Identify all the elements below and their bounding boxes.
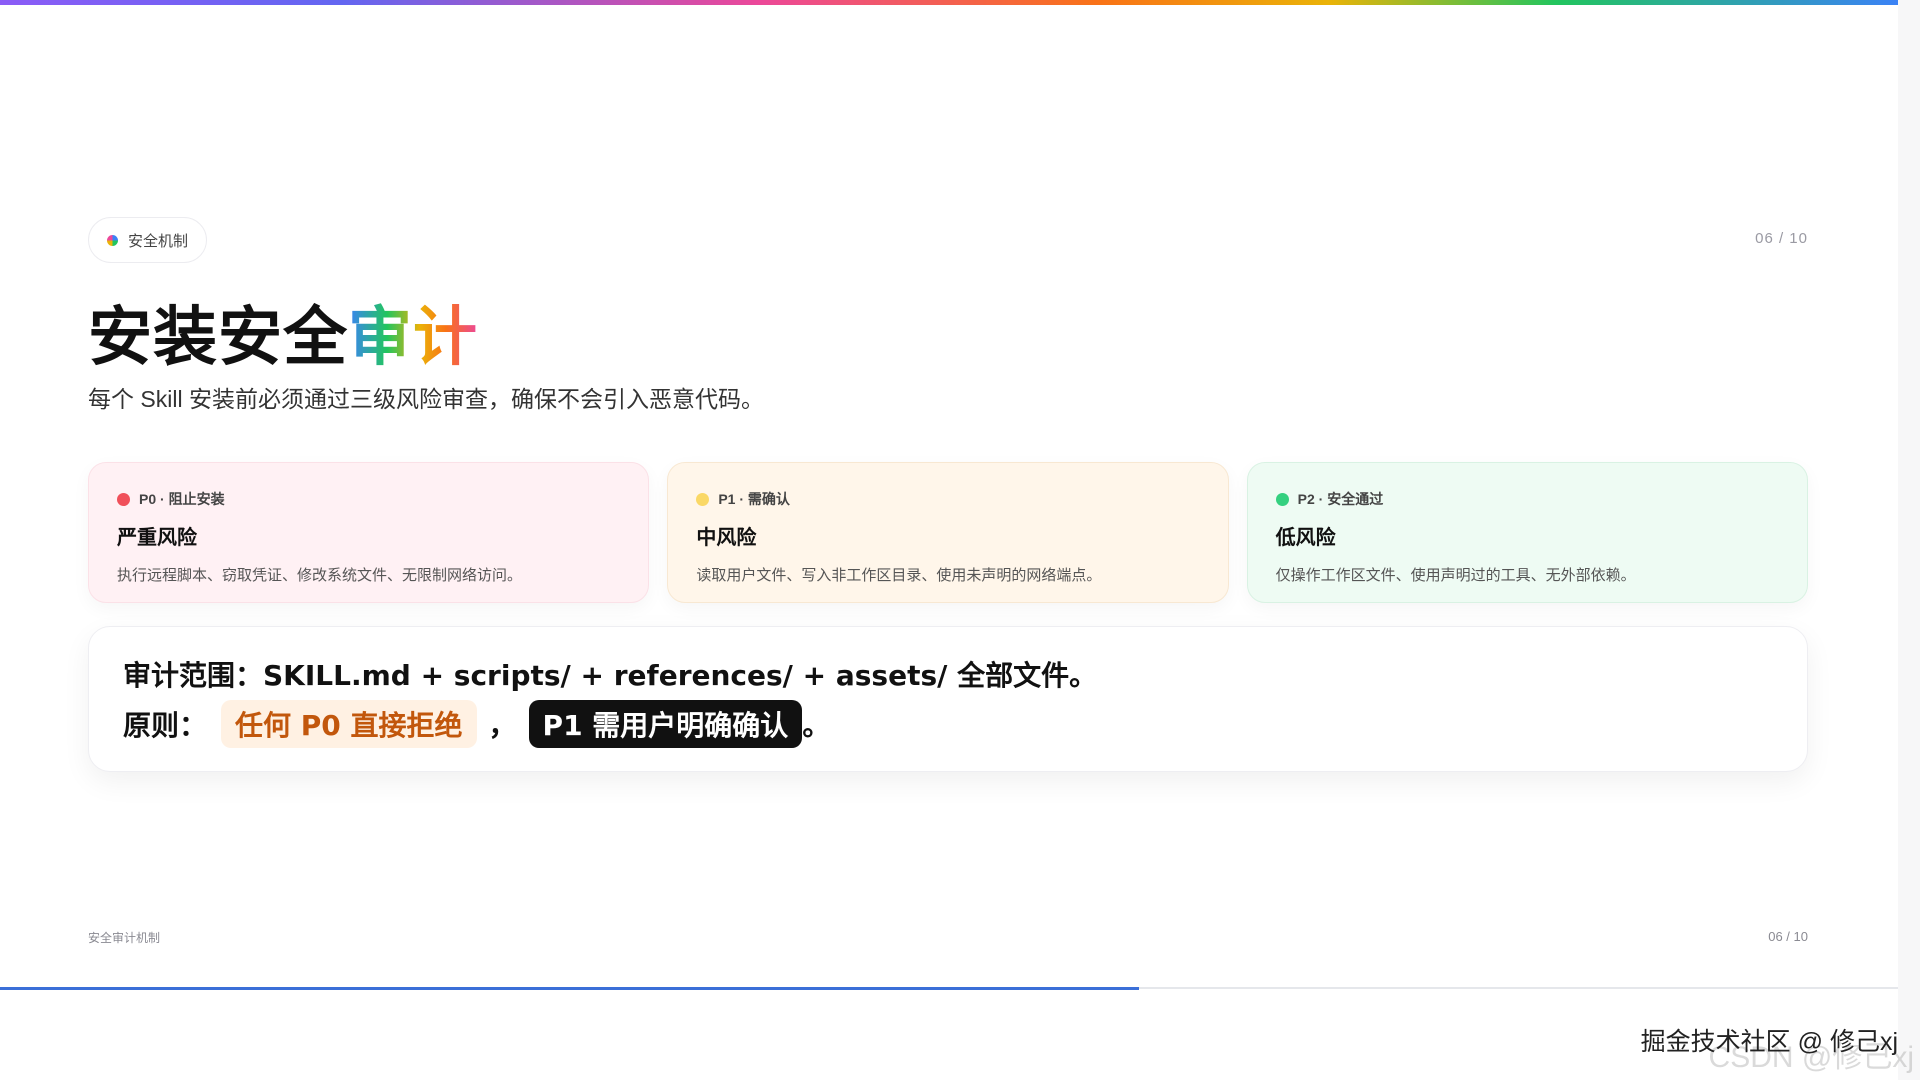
risk-tag: P0 · 阻止安装 xyxy=(117,489,620,509)
risk-tag-label: P2 · 安全通过 xyxy=(1297,491,1384,507)
risk-title: 低风险 xyxy=(1275,525,1336,549)
green-dot-icon xyxy=(1275,492,1289,506)
risk-tag: P2 · 安全通过 xyxy=(1275,489,1779,509)
principle-end: 。 xyxy=(802,709,831,742)
page-title-main: 安装安全 xyxy=(88,301,348,375)
risk-description: 执行远程脚本、窃取凭证、修改系统文件、无限制网络访问。 xyxy=(117,567,523,584)
principle-separator: ， xyxy=(488,709,517,742)
audit-scope-line: 审计范围：SKILL.md + scripts/ + references/ +… xyxy=(123,659,1098,692)
risk-tag-label: P0 · 阻止安装 xyxy=(139,491,225,507)
risk-tag-label: P1 · 需确认 xyxy=(718,491,790,507)
principle-label: 原则： xyxy=(123,709,208,742)
red-dot-icon xyxy=(117,492,130,506)
gradient-top-bar xyxy=(0,0,1898,5)
multicolor-dot-icon xyxy=(107,234,118,246)
footer-section-title: 安全审计机制 xyxy=(88,931,161,945)
window-edge xyxy=(1898,0,1920,1080)
risk-card-p2: P2 · 安全通过 低风险 仅操作工作区文件、使用声明过的工具、无外部依赖。 xyxy=(1246,462,1808,603)
page-title: 安装安全审计 xyxy=(88,286,478,378)
risk-tag: P1 · 需确认 xyxy=(696,489,1199,509)
page-indicator-top: 06 / 10 xyxy=(1755,230,1808,247)
risk-description: 读取用户文件、写入非工作区目录、使用未声明的网络端点。 xyxy=(696,567,1102,584)
watermark: 掘金技术社区 @ 修己xj xyxy=(1640,1028,1898,1056)
p0-rule-highlight: 任何 P0 直接拒绝 xyxy=(221,700,477,748)
footer-page-indicator: 06 / 10 xyxy=(1768,929,1808,944)
audit-scope-box: 审计范围：SKILL.md + scripts/ + references/ +… xyxy=(88,626,1808,772)
section-badge-label: 安全机制 xyxy=(128,232,189,250)
page-subtitle: 每个 Skill 安装前必须通过三级风险审查，确保不会引入恶意代码。 xyxy=(88,386,764,412)
risk-card-p0: P0 · 阻止安装 严重风险 执行远程脚本、窃取凭证、修改系统文件、无限制网络访… xyxy=(88,462,650,603)
slide-progress-bar xyxy=(0,987,1898,990)
p1-rule-highlight: P1 需用户明确确认 xyxy=(528,700,803,748)
risk-title: 中风险 xyxy=(696,525,757,549)
risk-cards: P0 · 阻止安装 严重风险 执行远程脚本、窃取凭证、修改系统文件、无限制网络访… xyxy=(88,462,1808,603)
section-badge: 安全机制 xyxy=(88,217,208,263)
risk-card-p1: P1 · 需确认 中风险 读取用户文件、写入非工作区目录、使用未声明的网络端点。 xyxy=(667,462,1229,603)
yellow-dot-icon xyxy=(696,492,710,506)
risk-title: 严重风险 xyxy=(117,525,197,549)
risk-description: 仅操作工作区文件、使用声明过的工具、无外部依赖。 xyxy=(1275,567,1636,584)
page-title-accent: 审计 xyxy=(348,301,478,375)
slide-progress-fill xyxy=(0,987,1139,990)
audit-principle-line: 原则： 任何 P0 直接拒绝 ， P1 需用户明确确认 。 xyxy=(123,700,1773,748)
